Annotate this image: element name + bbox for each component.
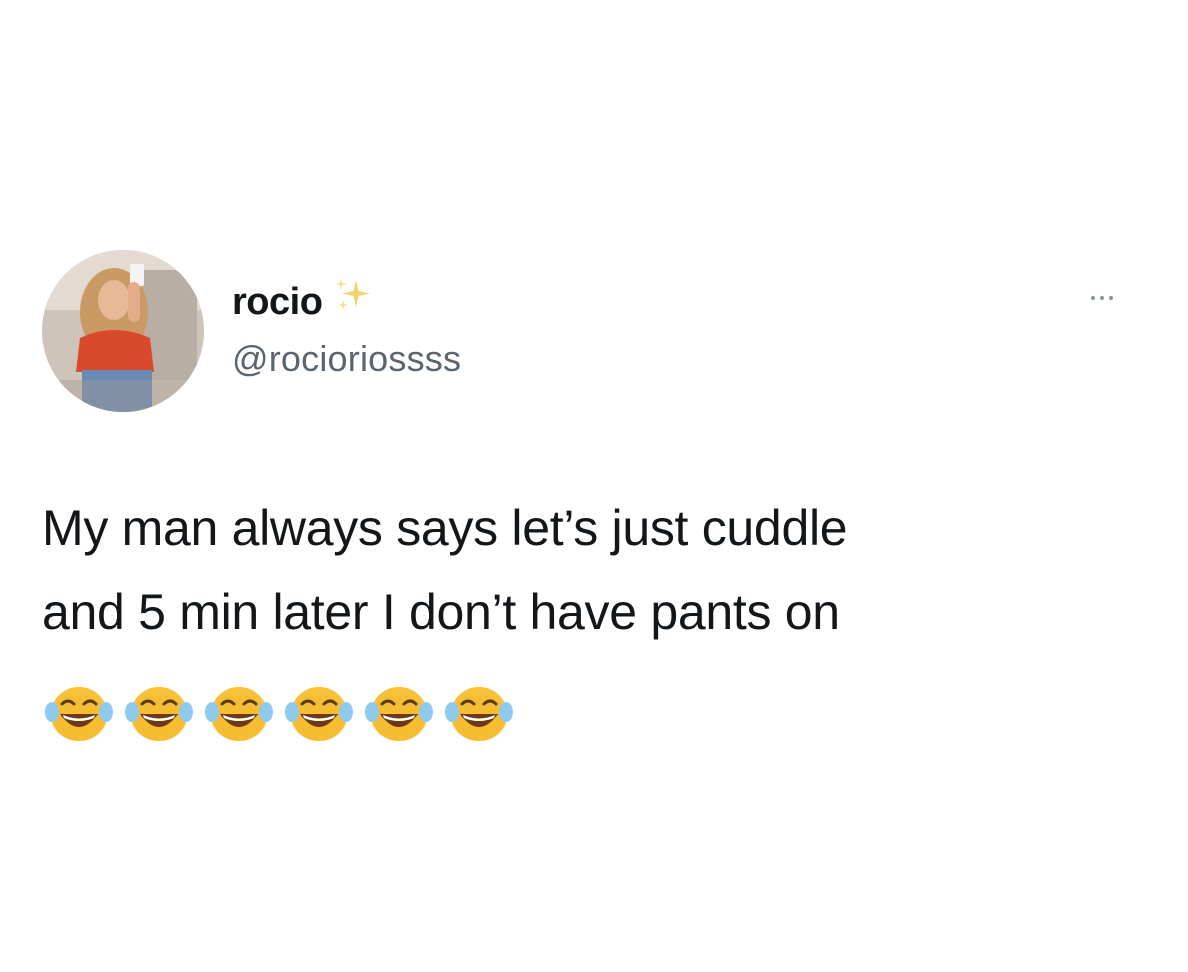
author-name-row: rocio: [232, 276, 374, 326]
tweet-text-line-2: and 5 min later I don’t have pants on: [42, 584, 840, 640]
more-options-icon[interactable]: [1072, 290, 1132, 306]
emoji-row: [42, 682, 516, 746]
more-dot: [1091, 296, 1095, 300]
tweet-card: rocio @rocioriossss My man always says l…: [0, 0, 1188, 972]
face-with-tears-of-joy-icon: [282, 682, 356, 746]
display-name[interactable]: rocio: [232, 281, 323, 324]
avatar-photo: [42, 250, 204, 412]
tweet-text: My man always says let’s just cuddle and…: [42, 486, 1152, 654]
more-dot: [1100, 296, 1104, 300]
avatar[interactable]: [42, 250, 204, 412]
sparkles-icon: [330, 276, 374, 321]
face-with-tears-of-joy-icon: [202, 682, 276, 746]
face-with-tears-of-joy-icon: [122, 682, 196, 746]
tweet-text-line-1: My man always says let’s just cuddle: [42, 500, 848, 556]
more-dot: [1109, 296, 1113, 300]
author-handle[interactable]: @rocioriossss: [232, 338, 461, 380]
face-with-tears-of-joy-icon: [42, 682, 116, 746]
face-with-tears-of-joy-icon: [362, 682, 436, 746]
face-with-tears-of-joy-icon: [442, 682, 516, 746]
